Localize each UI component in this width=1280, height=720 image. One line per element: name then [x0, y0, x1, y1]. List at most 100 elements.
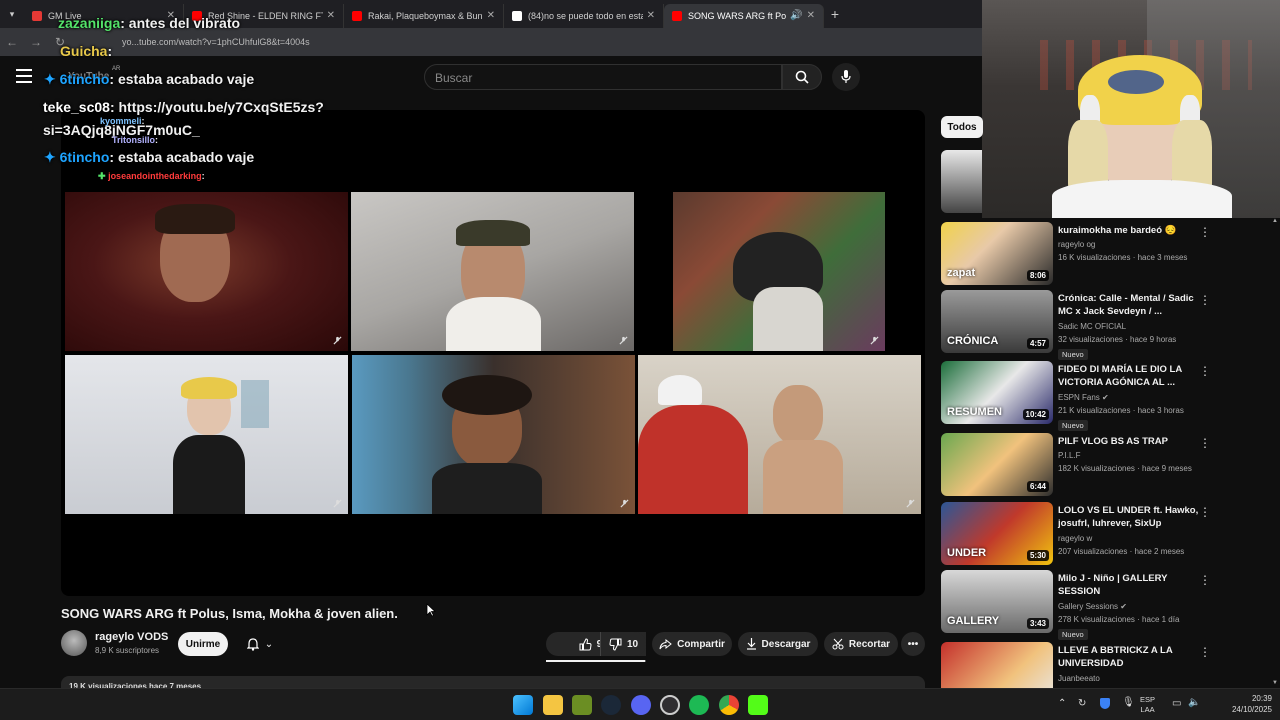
more-vertical-icon[interactable]: ⋮ — [1199, 506, 1211, 520]
browser-tab[interactable]: Rakai, Plaqueboymax & Bunnal ✕ — [344, 3, 504, 28]
join-button[interactable]: Unirme — [178, 632, 228, 656]
chat-message: zazaniiga: antes del vibrato — [58, 15, 240, 31]
discord-icon[interactable] — [631, 695, 651, 715]
more-vertical-icon[interactable]: ⋮ — [1199, 294, 1211, 308]
recommendation-item[interactable]: UNDER 5:30 LOLO VS EL UNDER ft. Hawko, jos… — [941, 502, 1271, 566]
recommendation-channel[interactable]: rageylo w — [1058, 534, 1092, 543]
tray-shield-icon[interactable] — [1100, 698, 1110, 709]
video-thumbnail[interactable]: zapat 8:06 — [941, 222, 1053, 285]
tab-close-icon[interactable]: ✕ — [647, 10, 655, 21]
windows-start-icon[interactable] — [513, 695, 533, 715]
browser-tab[interactable]: SONG WARS ARG ft Polus, I🔊 ✕ — [664, 3, 824, 28]
language-code: ESP — [1140, 695, 1156, 704]
more-vertical-icon[interactable]: ⋮ — [1199, 226, 1211, 240]
recommendation-channel[interactable]: ESPN Fans ✔ — [1058, 393, 1109, 402]
participant-cam-4 — [65, 355, 348, 514]
mic-muted-icon — [333, 499, 342, 508]
chip-all[interactable]: Todos — [941, 116, 983, 138]
steam-icon[interactable] — [601, 695, 621, 715]
channel-avatar[interactable] — [61, 630, 87, 656]
clip-label: Recortar — [848, 638, 891, 650]
recommendation-title[interactable]: kuraimokha me bardeó 😔 — [1058, 224, 1208, 237]
obs-icon[interactable] — [660, 695, 680, 715]
more-vertical-icon[interactable]: ⋮ — [1199, 574, 1211, 588]
thumbnail-caption: UNDER — [947, 547, 987, 559]
chat-username: 6tincho — [59, 71, 110, 87]
share-button[interactable]: Compartir — [652, 632, 732, 656]
video-thumbnail[interactable]: GALLERY 3:43 — [941, 570, 1053, 633]
thumbnail-caption: RESUMEN — [947, 406, 1003, 418]
recommendation-title[interactable]: FIDEO DI MARÍA LE DIO LA VICTORIA AGÓNIC… — [1058, 363, 1208, 389]
tab-audio-icon[interactable]: 🔊 — [790, 10, 802, 21]
recommendation-item[interactable]: zapat 8:06 kuraimokha me bardeó 😔 rageylo o… — [941, 222, 1271, 286]
tray-volume-icon[interactable]: 🔈 — [1188, 697, 1200, 708]
recommendation-item[interactable]: RESUMEN 10:42 FIDEO DI MARÍA LE DIO LA VIC… — [941, 361, 1271, 431]
browser-tab[interactable]: (84)no se puede todo en esta v ✕ — [504, 3, 664, 28]
video-thumbnail[interactable]: CRÓNICA 4:57 — [941, 290, 1053, 353]
recommendation-channel[interactable]: rageylo og — [1058, 240, 1095, 249]
clock-time: 20:39 — [1251, 694, 1272, 703]
download-label: Descargar — [761, 638, 811, 650]
chat-text: : https://youtu.be/y7CxqStE5zs? — [109, 99, 324, 115]
recommendation-title[interactable]: PILF VLOG BS AS TRAP — [1058, 435, 1208, 448]
more-vertical-icon[interactable]: ⋮ — [1199, 437, 1211, 451]
clip-button[interactable]: Recortar — [824, 632, 898, 656]
channel-name-text: Juanbeeato — [1058, 674, 1100, 683]
streamer-webcam — [982, 0, 1280, 218]
share-label: Compartir — [677, 638, 725, 650]
recommendation-channel[interactable]: P.I.L.F — [1058, 451, 1081, 460]
tab-close-icon[interactable]: ✕ — [807, 10, 815, 21]
file-explorer-icon[interactable] — [543, 695, 563, 715]
tab-close-icon[interactable]: ✕ — [487, 10, 495, 21]
tray-network-icon[interactable]: ▭ — [1172, 698, 1181, 709]
notifications-button[interactable]: ⌄ — [236, 632, 284, 656]
tab-favicon-icon — [352, 10, 362, 21]
sidebar-scrollbar[interactable]: ▲ ▼ — [1272, 218, 1278, 688]
tray-sync-icon[interactable]: ↻ — [1078, 698, 1086, 709]
video-thumbnail[interactable]: 6:44 — [941, 433, 1053, 496]
thumbs-down-icon — [609, 638, 622, 651]
more-vertical-icon[interactable]: ⋮ — [1199, 365, 1211, 379]
dislike-button[interactable]: 10 — [600, 632, 646, 656]
search-input[interactable]: Buscar — [424, 64, 782, 90]
kick-icon[interactable] — [748, 695, 768, 715]
more-vertical-icon[interactable]: ⋮ — [1199, 646, 1211, 660]
video-thumbnail[interactable]: UNDER 5:30 — [941, 502, 1053, 565]
chat-text: : estaba acabado vaje — [109, 71, 255, 87]
participant-cam-5 — [352, 355, 635, 514]
mic-muted-icon — [906, 499, 915, 508]
keyboard-layout: LAA — [1140, 705, 1155, 714]
spotify-icon[interactable] — [689, 695, 709, 715]
chat-text: : antes del vibrato — [120, 15, 241, 31]
new-tab-button[interactable]: + — [824, 6, 846, 22]
download-button[interactable]: Descargar — [738, 632, 818, 656]
channel-name[interactable]: rageylo VODS — [95, 631, 168, 643]
video-duration: 4:57 — [1026, 338, 1049, 349]
recommendation-title[interactable]: Milo J - Niño | GALLERY SESSION — [1058, 572, 1208, 598]
recommendation-item[interactable]: GALLERY 3:43 Milo J - Niño | GALLERY SESSI… — [941, 570, 1271, 640]
tray-chevron-up-icon[interactable]: ⌃ — [1058, 698, 1066, 709]
recommendation-title[interactable]: Crónica: Calle - Mental / Sadic MC x Jac… — [1058, 292, 1208, 318]
sidebar-partial-thumb[interactable] — [941, 150, 982, 213]
bell-icon — [246, 637, 259, 651]
chrome-icon[interactable] — [719, 695, 739, 715]
mouse-cursor-icon — [426, 603, 436, 617]
tray-microphone-icon[interactable]: 🎙 — [1122, 697, 1135, 708]
minecraft-icon[interactable] — [572, 695, 592, 715]
recommendation-channel[interactable]: Gallery Sessions ✔ — [1058, 602, 1127, 611]
recommendation-item[interactable]: CRÓNICA 4:57 Crónica: Calle - Mental / Sad… — [941, 290, 1271, 360]
voice-search-button[interactable] — [832, 63, 860, 91]
chat-username: Guicha — [60, 43, 108, 59]
recommendation-item[interactable]: 6:44 PILF VLOG BS AS TRAP P.I.L.F 182 K vis… — [941, 433, 1271, 497]
clock[interactable]: 20:39 24/10/2025 — [1232, 693, 1272, 715]
input-language[interactable]: ESP LAA — [1140, 695, 1155, 715]
video-thumbnail[interactable]: RESUMEN 10:42 — [941, 361, 1053, 424]
recommendation-channel[interactable]: Juanbeeato — [1058, 674, 1100, 683]
recommendation-title[interactable]: LLEVE A BBTRICKZ A LA UNIVERSIDAD — [1058, 644, 1208, 670]
more-actions-button[interactable]: ••• — [901, 632, 925, 656]
participant-cam-2 — [351, 192, 634, 351]
video-duration: 10:42 — [1022, 409, 1049, 420]
recommendation-title[interactable]: LOLO VS EL UNDER ft. Hawko, josufrl, luh… — [1058, 504, 1208, 530]
recommendation-channel[interactable]: Sadic MC OFICIAL — [1058, 322, 1126, 331]
search-button[interactable] — [782, 64, 822, 90]
